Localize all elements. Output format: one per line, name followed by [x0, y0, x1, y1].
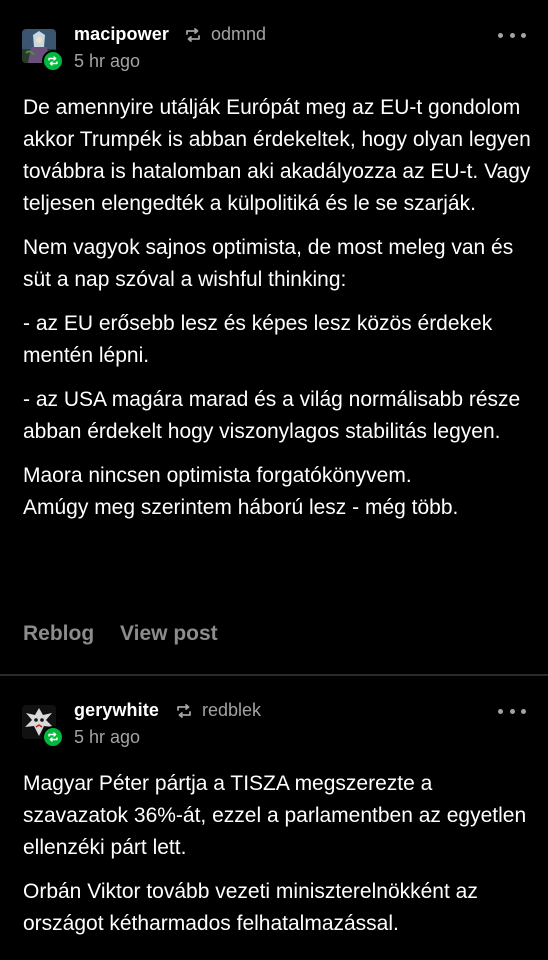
post-paragraph: Orbán Viktor tovább vezeti miniszterelnö… — [23, 880, 478, 935]
post-body: Magyar Péter pártja a TISZA megszerezte … — [23, 768, 533, 952]
post-timestamp[interactable]: 5 hr ago — [74, 51, 140, 72]
post-paragraph: Nem vagyok sajnos optimista, de most mel… — [23, 236, 514, 291]
post-header: macipower odmnd 5 hr ago — [0, 0, 548, 80]
post-username[interactable]: gerywhite — [74, 700, 159, 721]
post-header: gerywhite redblek 5 hr ago — [0, 676, 548, 756]
post-body: De amennyire utálják Európát meg az EU-t… — [23, 92, 533, 536]
more-options-icon[interactable] — [498, 706, 526, 716]
post-username[interactable]: macipower — [74, 24, 169, 45]
reblog-badge-icon — [42, 50, 64, 72]
more-options-icon[interactable] — [498, 30, 526, 40]
post-timestamp[interactable]: 5 hr ago — [74, 727, 140, 748]
post-paragraph: - az USA magára marad és a világ normáli… — [23, 388, 521, 443]
reblog-icon — [186, 28, 200, 42]
post-paragraph: Maora nincsen optimista forgatókönyvem. — [23, 464, 412, 487]
post-actions: Reblog View post — [23, 622, 238, 646]
reblog-button[interactable]: Reblog — [23, 622, 94, 645]
post-gerywhite: gerywhite redblek 5 hr ago Magyar Péter … — [0, 676, 548, 935]
reblog-icon — [177, 704, 191, 718]
post-paragraph: - az EU erősebb lesz és képes lesz közös… — [23, 312, 493, 367]
reblog-badge-icon — [42, 726, 64, 748]
post-macipower: macipower odmnd 5 hr ago De amennyire ut… — [0, 0, 548, 676]
post-paragraph: Magyar Péter pártja a TISZA megszerezte … — [23, 772, 527, 859]
post-paragraph: De amennyire utálják Európát meg az EU-t… — [23, 96, 531, 215]
post-paragraph: Amúgy meg szerintem háború lesz - még tö… — [23, 496, 459, 519]
reblogged-from[interactable]: redblek — [202, 700, 261, 721]
reblogged-from[interactable]: odmnd — [211, 24, 266, 45]
view-post-link[interactable]: View post — [120, 622, 218, 645]
